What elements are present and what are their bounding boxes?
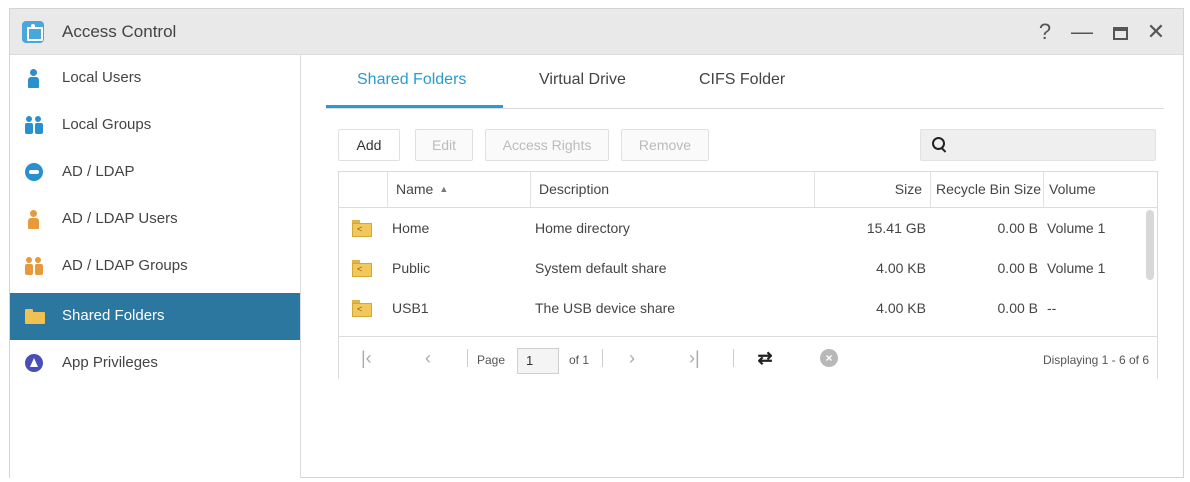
column-header-volume[interactable]: Volume (1043, 172, 1157, 207)
sidebar-item-label: Shared Folders (62, 307, 165, 324)
access-rights-button[interactable]: Access Rights (485, 129, 609, 161)
sidebar-item-label: AD / LDAP Users (62, 210, 178, 227)
sidebar-item-label: Local Groups (62, 116, 152, 133)
tab-bar: Shared Folders Virtual Drive CIFS Folder (326, 55, 1164, 109)
window-title: Access Control (62, 22, 177, 41)
cell-description: The USB device share (535, 300, 676, 316)
search-input[interactable] (955, 134, 1150, 156)
column-header-recycle-bin-size[interactable]: Recycle Bin Size (930, 172, 1043, 207)
cell-name: Public (392, 260, 431, 276)
cell-name: USB1 (392, 300, 429, 316)
help-button[interactable]: ? (1030, 17, 1060, 47)
table-row[interactable]: < Public System default share 4.00 KB 0.… (339, 249, 1144, 289)
refresh-icon[interactable]: ⇄ (754, 347, 776, 369)
sidebar-item-label: AD / LDAP (62, 163, 135, 180)
cell-size: 15.41 GB (866, 220, 926, 236)
cell-volume: Volume 1 (1047, 220, 1106, 236)
access-control-app-icon (22, 21, 44, 43)
cell-recycle-bin-size: 0.00 B (997, 260, 1038, 276)
pager-divider (733, 349, 734, 367)
table-row[interactable]: < USB1 The USB device share 4.00 KB 0.00… (339, 289, 1144, 329)
minimize-button[interactable]: — (1067, 17, 1097, 47)
sidebar-item-shared-folders[interactable]: Shared Folders (10, 293, 300, 340)
pagination-bar: |‹ ‹ Page 1 of 1 › ›| ⇄ × Displaying 1 -… (339, 336, 1157, 379)
cell-description: System default share (535, 260, 667, 276)
cell-size: 4.00 KB (876, 300, 926, 316)
clear-filter-icon[interactable]: × (820, 349, 838, 367)
cell-size: 4.00 KB (876, 260, 926, 276)
group-icon (25, 116, 43, 134)
folder-icon (25, 307, 45, 325)
page-label: Page (477, 353, 506, 367)
cell-volume: -- (1047, 300, 1057, 316)
maximize-icon (1112, 26, 1128, 40)
ldap-user-icon (25, 210, 43, 229)
sort-ascending-icon: ▲ (439, 184, 449, 194)
cell-volume: Volume 1 (1047, 260, 1106, 276)
displaying-count: Displaying 1 - 6 of 6 (1042, 353, 1149, 367)
tab-virtual-drive[interactable]: Virtual Drive (539, 71, 626, 89)
active-tab-indicator (326, 105, 503, 108)
search-box[interactable] (920, 129, 1156, 161)
pager-divider (602, 349, 603, 367)
title-bar: Access Control ? — ✕ (10, 9, 1183, 55)
add-button[interactable]: Add (338, 129, 400, 161)
page-number-input[interactable]: 1 (517, 348, 559, 374)
column-header-description[interactable]: Description (530, 172, 814, 207)
sidebar-item-ad-ldap-groups[interactable]: AD / LDAP Groups (10, 243, 300, 290)
shared-folder-icon: < (352, 300, 372, 317)
pager-divider (467, 349, 468, 367)
ldap-group-icon (25, 257, 43, 275)
sidebar-item-app-privileges[interactable]: App Privileges (10, 340, 300, 387)
grid-header: Name ▲ Description Size Recycle Bin Size … (339, 172, 1157, 208)
table-row[interactable]: < Home Home directory 15.41 GB 0.00 B Vo… (339, 209, 1144, 249)
column-header-size[interactable]: Size (814, 172, 930, 207)
search-icon (931, 136, 949, 154)
sidebar-item-local-groups[interactable]: Local Groups (10, 102, 300, 149)
next-page-icon[interactable]: › (629, 348, 635, 369)
sidebar-item-label: AD / LDAP Groups (62, 257, 188, 274)
cell-name: Home (392, 220, 430, 236)
sidebar-item-local-users[interactable]: Local Users (10, 55, 300, 102)
cell-recycle-bin-size: 0.00 B (997, 300, 1038, 316)
remove-button[interactable]: Remove (621, 129, 709, 161)
app-privileges-icon (25, 354, 43, 372)
sidebar-item-label: Local Users (62, 69, 142, 86)
tab-cifs-folder[interactable]: CIFS Folder (699, 71, 785, 89)
sidebar-item-ad-ldap-users[interactable]: AD / LDAP Users (10, 196, 300, 243)
edit-button[interactable]: Edit (415, 129, 473, 161)
page-count-label: of 1 (569, 353, 590, 367)
main-panel: Shared Folders Virtual Drive CIFS Folder… (302, 55, 1184, 478)
sidebar-item-ad-ldap[interactable]: AD / LDAP (10, 149, 300, 196)
shared-folders-grid: Name ▲ Description Size Recycle Bin Size … (338, 171, 1158, 379)
ldap-key-icon (25, 163, 43, 181)
first-page-icon[interactable]: |‹ (361, 348, 372, 369)
shared-folder-icon: < (352, 260, 372, 277)
shared-folder-icon: < (352, 220, 372, 237)
grid-scrollbar[interactable] (1146, 210, 1154, 280)
cell-recycle-bin-size: 0.00 B (997, 220, 1038, 236)
maximize-button[interactable] (1105, 17, 1135, 47)
tab-shared-folders[interactable]: Shared Folders (357, 71, 466, 89)
cell-description: Home directory (535, 220, 630, 236)
last-page-icon[interactable]: ›| (689, 348, 700, 369)
column-header-name[interactable]: Name ▲ (387, 172, 530, 207)
sidebar-item-label: App Privileges (62, 354, 158, 371)
close-button[interactable]: ✕ (1141, 17, 1171, 47)
access-control-window: Access Control ? — ✕ Local Users Local G… (9, 8, 1184, 478)
previous-page-icon[interactable]: ‹ (425, 348, 431, 369)
sidebar: Local Users Local Groups AD / LDAP AD / … (10, 55, 301, 478)
user-icon (25, 69, 43, 88)
